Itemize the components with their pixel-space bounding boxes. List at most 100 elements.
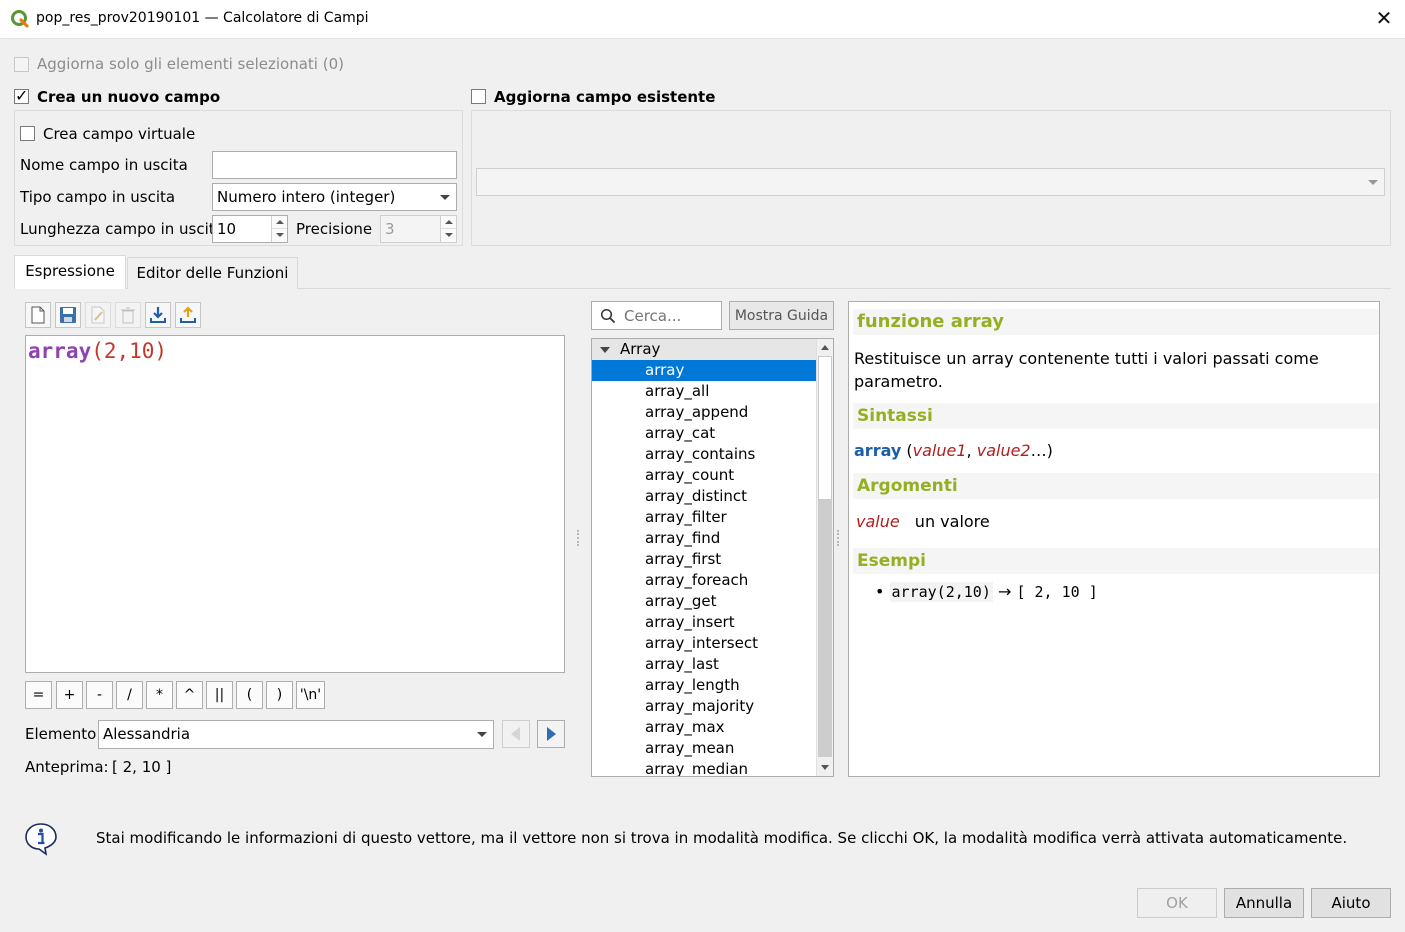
output-type-label: Tipo campo in uscita xyxy=(20,188,176,206)
tree-item-array-count[interactable]: array_count xyxy=(592,465,816,486)
feature-value: Alessandria xyxy=(103,725,191,743)
tree-item-array-find[interactable]: array_find xyxy=(592,528,816,549)
tree-item-array-intersect[interactable]: array_intersect xyxy=(592,633,816,654)
expression-function: array xyxy=(28,339,92,363)
delete-icon[interactable] xyxy=(115,302,141,328)
virtual-field-label: Crea campo virtuale xyxy=(43,125,196,143)
tree-item-array-get[interactable]: array_get xyxy=(592,591,816,612)
ok-button[interactable]: OK xyxy=(1137,888,1217,918)
tree-item-array-append[interactable]: array_append xyxy=(592,402,816,423)
next-feature-button[interactable] xyxy=(537,720,565,748)
operator-plus-button[interactable]: + xyxy=(56,681,83,709)
splitter-handle[interactable] xyxy=(837,530,841,546)
tree-group-array[interactable]: Array xyxy=(592,339,816,360)
example-arrow: → xyxy=(997,582,1012,601)
info-icon xyxy=(25,823,57,856)
output-type-select[interactable]: Numero intero (integer) xyxy=(212,183,457,211)
tree-scrollbar[interactable] xyxy=(816,339,833,776)
scroll-up-icon[interactable] xyxy=(821,345,829,350)
chevron-down-icon xyxy=(440,195,450,200)
tree-item-array-cat[interactable]: array_cat xyxy=(592,423,816,444)
tree-item-array-majority[interactable]: array_majority xyxy=(592,696,816,717)
close-button[interactable]: ✕ xyxy=(1372,6,1396,30)
update-selected-only-option[interactable] xyxy=(14,57,29,76)
virtual-field-checkbox[interactable] xyxy=(20,126,35,145)
search-input[interactable] xyxy=(622,304,721,328)
tree-item-array-distinct[interactable]: array_distinct xyxy=(592,486,816,507)
expand-arrow-icon[interactable] xyxy=(600,347,610,353)
expression-editor[interactable]: array(2,10) xyxy=(25,335,565,673)
operator-concat-button[interactable]: || xyxy=(206,681,233,709)
tab-function-editor[interactable]: Editor delle Funzioni xyxy=(127,257,298,289)
update-existing-field-checkbox[interactable] xyxy=(471,89,486,108)
expression-text[interactable]: array(2,10) xyxy=(28,339,167,363)
search-box[interactable] xyxy=(591,301,722,330)
precision-value: 3 xyxy=(385,220,395,238)
tree-item-array-contains[interactable]: array_contains xyxy=(592,444,816,465)
operator-multiply-button[interactable]: * xyxy=(146,681,173,709)
cancel-button[interactable]: Annulla xyxy=(1224,888,1304,918)
create-new-field-checkbox[interactable]: ✓ xyxy=(14,86,29,105)
operator-minus-button[interactable]: - xyxy=(86,681,113,709)
scroll-down-icon[interactable] xyxy=(821,765,829,770)
expression-arguments: (2,10) xyxy=(91,339,168,363)
tree-item-array-length[interactable]: array_length xyxy=(592,675,816,696)
show-help-button[interactable]: Mostra Guida xyxy=(729,301,834,330)
update-existing-field-label: Aggiorna campo esistente xyxy=(494,88,716,106)
spin-up-icon[interactable] xyxy=(271,216,287,229)
help-button[interactable]: Aiuto xyxy=(1311,888,1391,918)
update-selected-checkbox[interactable] xyxy=(14,57,29,72)
help-examples-heading: Esempi xyxy=(853,548,1379,574)
tree-item-array-filter[interactable]: array_filter xyxy=(592,507,816,528)
syntax-function: array xyxy=(854,441,902,460)
function-tree[interactable]: Array array array_all array_append array… xyxy=(591,338,834,777)
output-length-spinbox[interactable]: 10 xyxy=(212,215,288,243)
help-title: funzione array xyxy=(853,309,1379,335)
tree-item-array[interactable]: array xyxy=(592,360,816,381)
tree-item-array-first[interactable]: array_first xyxy=(592,549,816,570)
operator-equals-button[interactable]: = xyxy=(25,681,52,709)
tree-item-array-insert[interactable]: array_insert xyxy=(592,612,816,633)
tree-item-array-last[interactable]: array_last xyxy=(592,654,816,675)
import-icon[interactable] xyxy=(145,302,171,328)
spin-up-icon[interactable] xyxy=(440,216,456,229)
window-title: pop_res_prov20190101 — Calcolatore di Ca… xyxy=(36,10,369,26)
tree-item-array-all[interactable]: array_all xyxy=(592,381,816,402)
edit-mode-message: Stai modificando le informazioni di ques… xyxy=(96,829,1348,847)
tree-item-array-max[interactable]: array_max xyxy=(592,717,816,738)
precision-spinbox[interactable]: 3 xyxy=(380,215,457,243)
bullet-icon: • xyxy=(875,582,885,601)
output-length-label: Lunghezza campo in uscita xyxy=(20,220,224,238)
scrollbar-thumb[interactable] xyxy=(818,356,832,500)
operator-divide-button[interactable]: / xyxy=(116,681,143,709)
spin-down-icon[interactable] xyxy=(440,229,456,242)
chevron-down-icon xyxy=(1368,180,1378,185)
feature-select[interactable]: Alessandria xyxy=(98,720,494,749)
tree-item-array-foreach[interactable]: array_foreach xyxy=(592,570,816,591)
example-code: array(2,10) xyxy=(889,582,993,602)
operator-open-paren-button[interactable]: ( xyxy=(236,681,263,709)
operator-close-paren-button[interactable]: ) xyxy=(266,681,293,709)
export-icon[interactable] xyxy=(175,302,201,328)
help-example-row: • array(2,10) → [ 2, 10 ] xyxy=(875,582,1098,602)
output-name-input[interactable] xyxy=(212,151,457,179)
operator-newline-button[interactable]: '\n' xyxy=(296,681,325,709)
spin-down-icon[interactable] xyxy=(271,229,287,242)
tree-item-array-mean[interactable]: array_mean xyxy=(592,738,816,759)
feature-label: Elemento xyxy=(25,725,97,743)
edit-icon[interactable] xyxy=(85,302,111,328)
existing-field-select[interactable] xyxy=(476,168,1385,196)
help-argument-row: value un valore xyxy=(856,512,990,531)
previous-feature-button[interactable] xyxy=(502,720,530,748)
preview-label: Anteprima: xyxy=(25,758,109,776)
argument-name: value xyxy=(856,512,900,531)
tab-expression[interactable]: Espressione xyxy=(14,255,126,289)
check-icon: ✓ xyxy=(15,86,29,105)
tree-item-array-median[interactable]: array_median xyxy=(592,759,816,776)
scrollbar-track[interactable] xyxy=(818,500,832,757)
save-icon[interactable] xyxy=(55,302,81,328)
splitter-handle[interactable] xyxy=(577,530,581,546)
new-file-icon[interactable] xyxy=(25,302,51,328)
update-selected-label: Aggiorna solo gli elementi selezionati (… xyxy=(37,55,344,73)
operator-power-button[interactable]: ^ xyxy=(176,681,203,709)
